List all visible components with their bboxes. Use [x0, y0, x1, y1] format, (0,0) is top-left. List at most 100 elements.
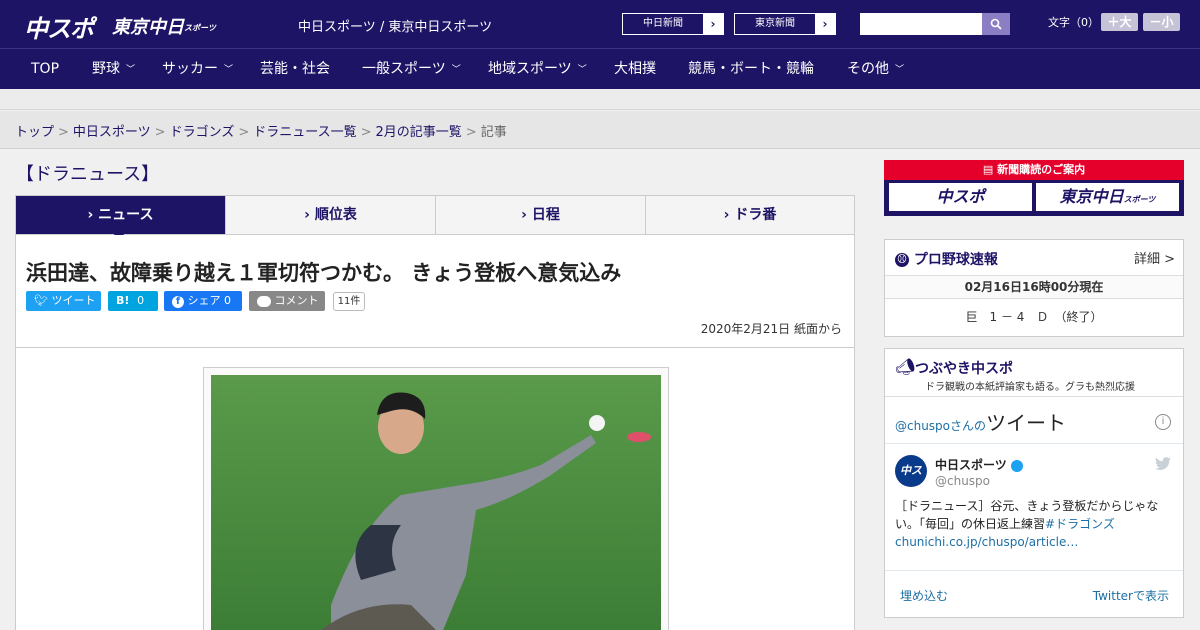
- tweets-widget: 📣︎ つぶやき中スポ ドラ観戦の本紙評論家も語る。グラも熱烈応援 @chuspo…: [884, 348, 1184, 618]
- tweet-body: ［ドラニュース］谷元、きょう登板だからじゃない。「毎回」の休日返上練習: [895, 499, 1159, 531]
- scores-title: ⚾︎ プロ野球速報: [895, 249, 998, 269]
- article-date: 2020年2月21日 紙面から: [700, 322, 842, 336]
- tweet-link[interactable]: chunichi.co.jp/chuspo/article…: [895, 535, 1078, 549]
- tab-label: ドラ番: [734, 207, 777, 223]
- nav-label: TOP: [31, 61, 60, 77]
- chevron-right-icon: ›: [703, 14, 723, 34]
- chevron-down-icon: ﹀: [451, 65, 461, 75]
- section-tabs: › ニュース › 順位表 › 日程 › ドラ番: [15, 195, 855, 235]
- hatena-bookmark-button[interactable]: B! 0: [108, 291, 158, 311]
- scores-details-link[interactable]: 詳細 >: [1134, 248, 1175, 267]
- nav-item-entertainment[interactable]: 芸能・社会: [260, 49, 330, 89]
- embed-title: ツイート: [986, 411, 1067, 435]
- chevron-down-icon: ﹀: [577, 65, 587, 75]
- facebook-label: シェア: [187, 294, 221, 307]
- tweet-label: ツイート: [51, 294, 96, 307]
- nav-label: サッカー: [162, 61, 218, 77]
- comment-count[interactable]: 11件: [333, 292, 365, 311]
- tweet-button[interactable]: 🐦︎ ツイート: [26, 291, 101, 311]
- nav-label: 大相撲: [614, 61, 656, 77]
- breadcrumb-separator: >: [360, 125, 372, 140]
- nav-label: 野球: [92, 61, 120, 77]
- article-photo[interactable]: [211, 375, 661, 630]
- tweet-user-name-label: 中日スポーツ: [935, 458, 1007, 472]
- breadcrumb-link[interactable]: 中日スポーツ: [73, 125, 151, 140]
- search-button[interactable]: [982, 13, 1010, 35]
- breadcrumb-separator: >: [238, 125, 250, 140]
- font-size-decrease-button[interactable]: －小: [1143, 13, 1180, 31]
- tab-label: 順位表: [314, 207, 357, 223]
- info-icon[interactable]: i: [1155, 414, 1171, 430]
- view-on-twitter-link[interactable]: Twitterで表示: [1093, 587, 1169, 604]
- chevron-down-icon: ﹀: [895, 65, 905, 75]
- subscribe-header: ▤ 新聞購読のご案内: [884, 160, 1184, 180]
- site-header: 中スポ 東京中日スポーツ 中日スポーツ / 東京中日スポーツ 中日新聞 › 東京…: [0, 0, 1200, 48]
- tweet-hashtag[interactable]: #ドラゴンズ: [1045, 517, 1115, 531]
- comment-label: コメント: [274, 294, 319, 307]
- subscribe-tokyo-small: スポーツ: [1123, 195, 1156, 204]
- twitter-embed-header: @chuspoさんのツイート: [895, 407, 1066, 436]
- tab-label: 日程: [531, 207, 560, 223]
- nav-item-soccer[interactable]: サッカー ﹀: [162, 49, 233, 89]
- embed-mid: さんの: [950, 419, 987, 433]
- nav-item-racing[interactable]: 競馬・ボート・競輪: [688, 49, 814, 89]
- section-title: 【ドラニュース】: [16, 164, 160, 185]
- chuspo-logo[interactable]: 中スポ: [24, 9, 94, 44]
- tab-beat-reporter[interactable]: › ドラ番: [646, 196, 854, 234]
- facebook-share-button[interactable]: f シェア 0: [164, 291, 242, 311]
- divider: [885, 443, 1183, 444]
- divider: [885, 570, 1183, 571]
- breadcrumb-link[interactable]: トップ: [15, 125, 54, 140]
- search-input[interactable]: [860, 13, 982, 35]
- nav-item-other[interactable]: その他 ﹀: [847, 49, 904, 89]
- chunichi-shimbun-button[interactable]: 中日新聞 ›: [622, 13, 724, 35]
- scores-title-label: プロ野球速報: [913, 252, 998, 268]
- tokyo-shimbun-button[interactable]: 東京新聞 ›: [734, 13, 836, 35]
- avatar[interactable]: 中スポ: [895, 455, 927, 509]
- tab-schedule[interactable]: › 日程: [436, 196, 646, 234]
- twitter-bird-icon: 🐦︎: [34, 294, 48, 307]
- twitter-embed: @chuspoさんのツイート i 中スポ 中日スポーツ @chuspo ［ドラニ…: [885, 396, 1183, 618]
- nav-item-general-sports[interactable]: 一般スポーツ ﹀: [362, 49, 461, 89]
- subscribe-header-label: 新聞購読のご案内: [997, 163, 1086, 176]
- tokyo-chunichi-logo-text: 東京中日: [112, 17, 184, 38]
- nav-item-local-sports[interactable]: 地域スポーツ ﹀: [488, 49, 587, 89]
- twitter-bird-icon[interactable]: [1155, 457, 1171, 471]
- subscribe-banner[interactable]: ▤ 新聞購読のご案内 中スポ 東京中日スポーツ: [884, 160, 1184, 216]
- divider: [16, 347, 854, 348]
- breadcrumb-link[interactable]: 2月の記事一覧: [376, 125, 462, 140]
- nav-item-top[interactable]: TOP: [31, 49, 59, 89]
- font-size-label: 文字（0）: [1048, 16, 1099, 29]
- search-box: [860, 13, 1010, 35]
- facebook-icon: f: [172, 296, 184, 308]
- article: 浜田達、故障乗り越え１軍切符つかむ。 きょう登板へ意気込み 🐦︎ ツイート B!…: [15, 235, 855, 630]
- subscribe-chuspo-button[interactable]: 中スポ: [889, 183, 1032, 211]
- tweet-user-name[interactable]: 中日スポーツ: [935, 456, 1023, 473]
- article-headline: 浜田達、故障乗り越え１軍切符つかむ。 きょう登板へ意気込み: [26, 261, 622, 285]
- nav-item-baseball[interactable]: 野球 ﹀: [92, 49, 135, 89]
- game-result[interactable]: 巨 1 － 4 Ｄ （終了）: [885, 308, 1183, 325]
- embed-handle[interactable]: @chuspo: [895, 419, 950, 433]
- nav-label: 地域スポーツ: [488, 61, 572, 77]
- breadcrumb-link[interactable]: ドラゴンズ: [170, 125, 235, 140]
- tab-label: ニュース: [98, 207, 154, 223]
- tokyo-chunichi-logo[interactable]: 東京中日スポーツ: [112, 13, 216, 39]
- breadcrumb-separator: >: [465, 125, 477, 140]
- breadcrumb-separator: >: [58, 125, 69, 140]
- main-nav: TOP 野球 ﹀ サッカー ﹀ 芸能・社会 一般スポーツ ﹀ 地域スポーツ ﹀ 大相撲 …: [0, 48, 1200, 89]
- hatena-label: B!: [116, 294, 130, 307]
- subscribe-tokyo-chunichi-button[interactable]: 東京中日スポーツ: [1036, 183, 1179, 211]
- embed-button[interactable]: 埋め込む: [900, 587, 948, 604]
- tab-news[interactable]: › ニュース: [16, 196, 226, 234]
- nav-item-sumo[interactable]: 大相撲: [614, 49, 656, 89]
- site-name: 中日スポーツ / 東京中日スポーツ: [298, 20, 493, 35]
- breadcrumb-link[interactable]: ドラニュース一覧: [253, 125, 356, 140]
- subscribe-tokyo-label: 東京中日: [1059, 187, 1124, 206]
- font-size-increase-button[interactable]: ＋大: [1101, 13, 1138, 31]
- comment-button[interactable]: コメント: [249, 291, 325, 311]
- tokyo-chunichi-logo-small: スポーツ: [184, 23, 216, 33]
- tokyo-shimbun-label: 東京新聞: [755, 18, 795, 29]
- tweet-text: ［ドラニュース］谷元、きょう登板だからじゃない。「毎回」の休日返上練習#ドラゴン…: [895, 497, 1175, 551]
- tweet-user-handle[interactable]: @chuspo: [935, 474, 990, 488]
- tab-standings[interactable]: › 順位表: [226, 196, 436, 234]
